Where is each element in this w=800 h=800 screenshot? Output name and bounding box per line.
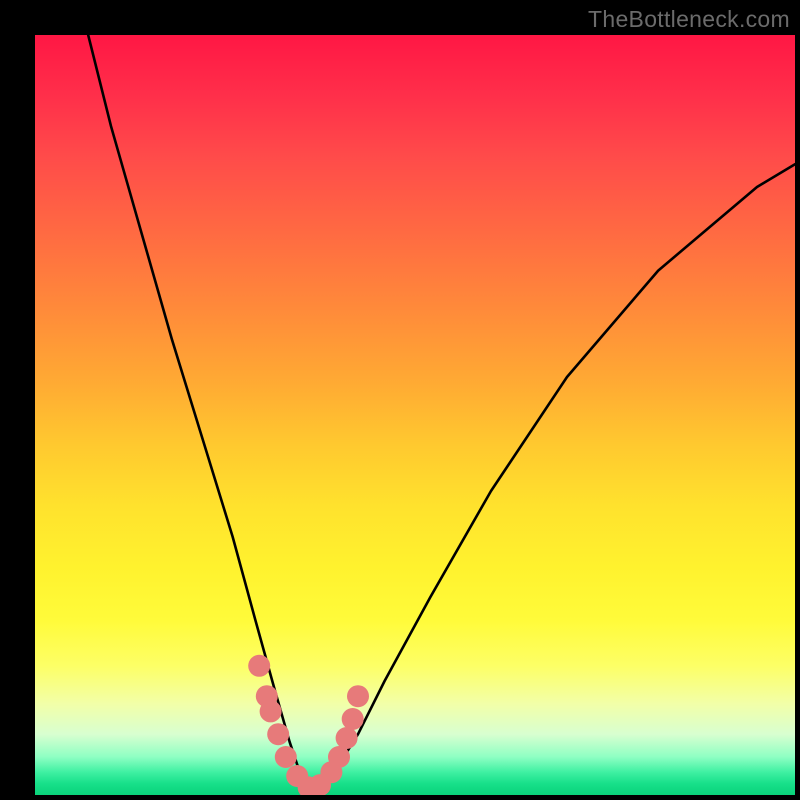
bottleneck-curve: [88, 35, 795, 787]
plot-area: [35, 35, 795, 795]
watermark-label: TheBottleneck.com: [588, 6, 790, 33]
gpu-marker: [275, 746, 297, 768]
gpu-marker: [347, 685, 369, 707]
gpu-marker: [267, 723, 289, 745]
gpu-marker: [342, 708, 364, 730]
gpu-marker: [336, 727, 358, 749]
gpu-marker: [248, 655, 270, 677]
gpu-marker: [260, 700, 282, 722]
curve-layer: [35, 35, 795, 795]
gpu-marker: [328, 746, 350, 768]
chart-frame: TheBottleneck.com: [0, 0, 800, 800]
